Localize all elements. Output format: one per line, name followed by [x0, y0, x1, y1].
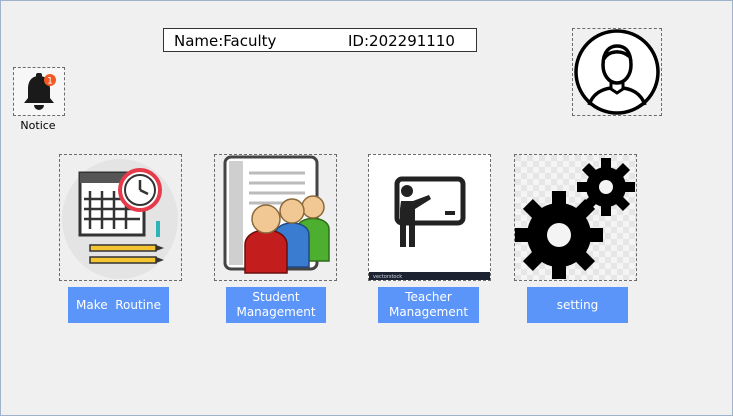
teacher-board-icon: vectorstock [369, 176, 490, 280]
notice-button[interactable]: 1 [13, 67, 65, 116]
user-info-box: Name:Faculty ID:202291110 [163, 28, 477, 52]
settings-tile[interactable] [514, 154, 637, 281]
student-management-people-icon [223, 155, 330, 274]
bell-icon: 1 [24, 73, 56, 110]
teacher-management-tile[interactable]: vectorstock [368, 154, 491, 281]
routine-calendar-clock-icon [62, 159, 178, 279]
routine-tile[interactable] [59, 154, 182, 281]
user-avatar-icon [574, 29, 660, 115]
settings-gears-icon [515, 155, 636, 280]
notice-label: Notice [20, 119, 56, 132]
notice-badge-count: 1 [47, 77, 53, 87]
student-management-button[interactable]: Student Management [226, 287, 326, 323]
make-routine-button[interactable]: Make Routine [68, 287, 169, 323]
user-id-text: ID:202291110 [348, 32, 455, 50]
student-management-tile[interactable] [214, 154, 337, 281]
teacher-management-label: Teacher Management [388, 290, 469, 319]
setting-button[interactable]: setting [527, 287, 628, 323]
make-routine-label: Make Routine [75, 297, 161, 312]
student-management-label: Student Management [236, 290, 316, 319]
user-name-text: Name:Faculty [174, 32, 277, 50]
teacher-management-button[interactable]: Teacher Management [378, 287, 479, 323]
avatar-button[interactable] [572, 28, 662, 116]
vectorstock-watermark: vectorstock [373, 274, 402, 280]
setting-label: setting [556, 297, 599, 312]
